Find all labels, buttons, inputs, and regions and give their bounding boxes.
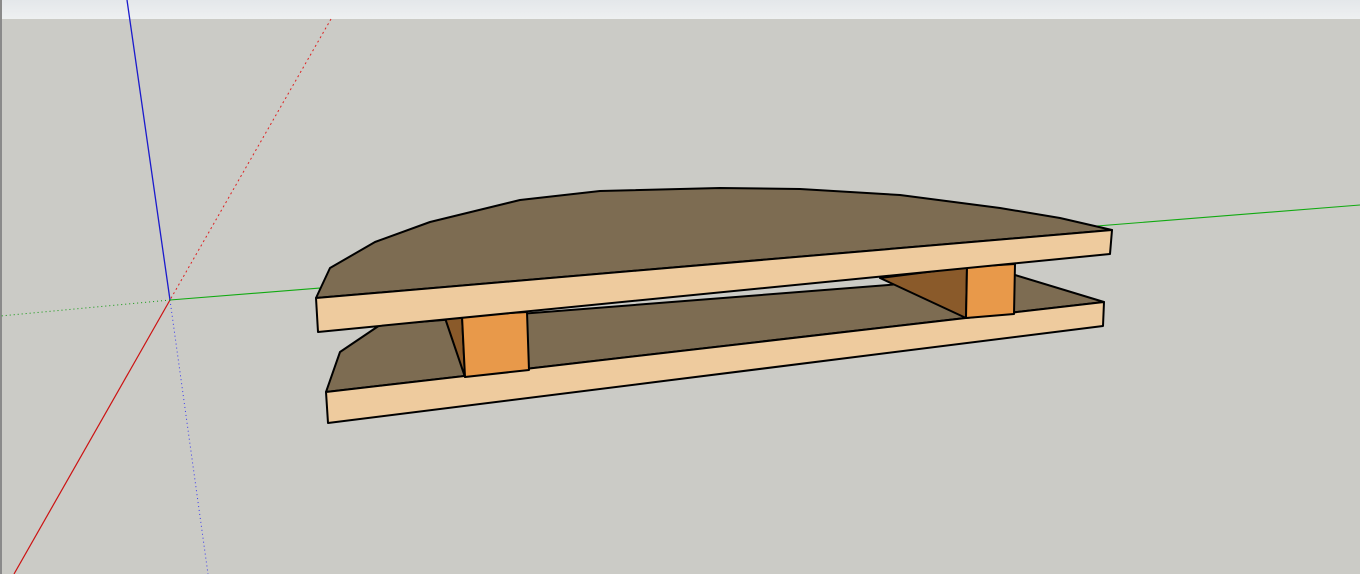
right-leg-front [965,263,1016,319]
sky [0,0,1360,19]
model-canvas[interactable] [0,0,1360,574]
sketchup-viewport[interactable] [0,0,1360,574]
viewport-border [0,0,2,574]
left-leg-front [461,311,530,378]
